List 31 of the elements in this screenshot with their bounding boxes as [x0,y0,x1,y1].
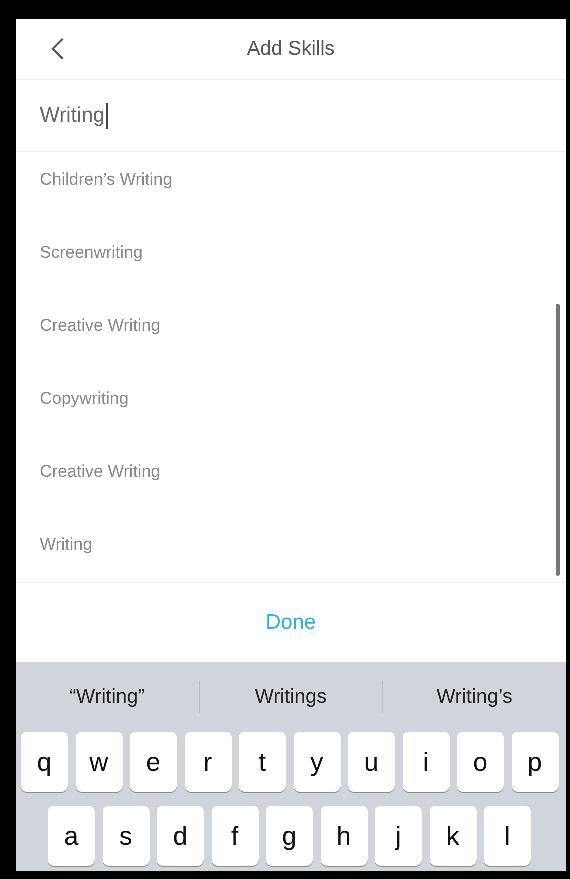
keyboard-key[interactable]: t [239,732,286,792]
keyboard-key[interactable]: j [375,806,422,866]
keyboard-key[interactable]: i [402,732,450,792]
keyboard-key[interactable]: d [157,806,204,866]
skill-suggestion[interactable]: Creative Writing [40,316,161,335]
keyboard-key[interactable]: e [130,732,177,792]
keyboard-key[interactable]: r [184,732,232,792]
keyboard-key[interactable]: g [266,806,313,866]
screen-title: Add Skills [247,38,335,60]
keyboard-key[interactable]: w [76,732,122,792]
keyboard-key[interactable]: p [512,732,558,792]
keyboard-key[interactable]: o [457,732,504,792]
skill-suggestion[interactable]: Writing [40,535,93,554]
word-prediction[interactable]: Writings [200,677,382,717]
search-field[interactable]: Writing [16,80,566,152]
keyboard-key[interactable]: k [430,806,476,866]
skill-suggestion[interactable]: Creative Writing [40,462,161,481]
keyboard-key[interactable]: f [212,806,258,866]
keyboard-key[interactable]: q [21,732,68,792]
skill-suggestion[interactable]: Copywriting [40,389,129,408]
skill-suggestion[interactable]: Screenwriting [40,243,143,262]
word-prediction[interactable]: Writing’s [383,677,566,717]
word-prediction[interactable]: “Writing” [16,677,199,717]
keyboard-key[interactable]: s [102,806,150,866]
keyboard-key[interactable]: l [484,806,531,866]
keyboard-key[interactable]: y [294,732,340,792]
skill-suggestion[interactable]: Children’s Writing [40,170,173,189]
back-icon[interactable] [51,37,65,61]
keyboard-key[interactable]: u [348,732,395,792]
keyboard-key[interactable]: h [320,806,368,866]
keyboard-key[interactable]: a [48,806,95,866]
